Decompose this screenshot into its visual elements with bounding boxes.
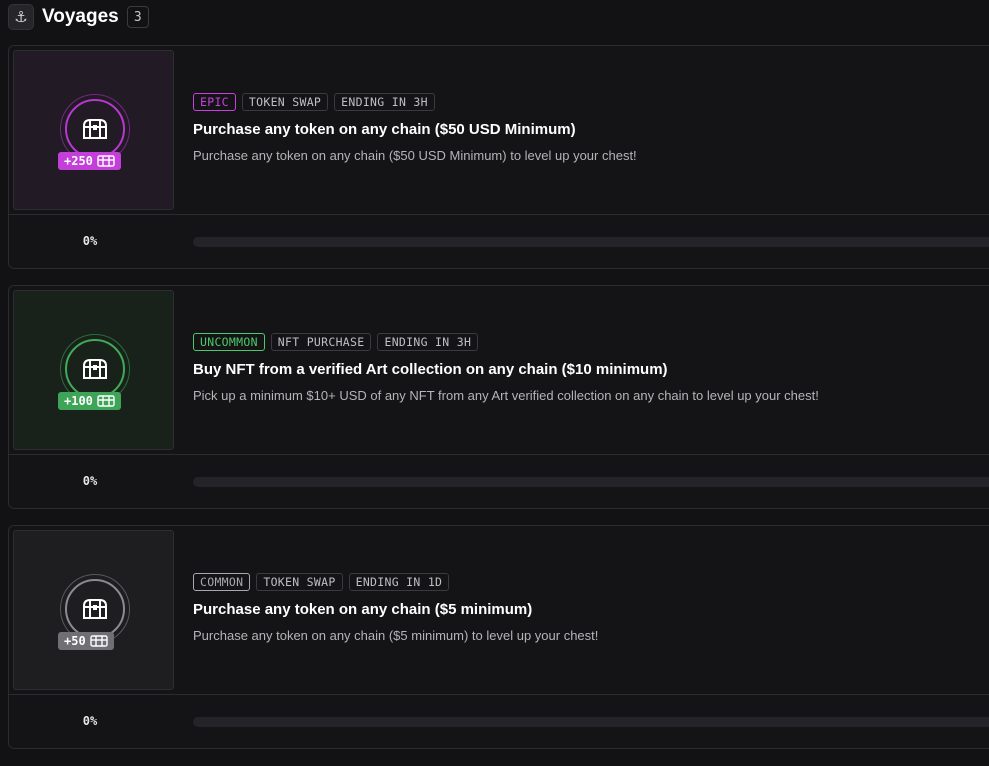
type-badge: NFT PURCHASE <box>270 333 372 351</box>
reward-amount: +50 <box>64 634 86 648</box>
reward-amount: +100 <box>64 394 93 408</box>
voyages-header: ⚓ Voyages 3 <box>8 4 149 30</box>
reward-pill: +50 <box>58 632 114 650</box>
rarity-badge: UNCOMMON <box>193 333 265 351</box>
treasure-chest-icon <box>83 359 107 379</box>
treasure-chest-icon <box>83 119 107 139</box>
progress-percent: 0% <box>82 474 98 488</box>
ending-badge: ENDING IN 3H <box>334 93 435 111</box>
rarity-badge: COMMON <box>193 573 251 591</box>
chest-thumbnail: +100 <box>13 290 174 450</box>
voyage-title: Purchase any token on any chain ($50 USD… <box>193 121 576 138</box>
chest-small-icon <box>89 635 108 647</box>
progress-percent: 0% <box>82 714 98 728</box>
chest-thumbnail: +250 <box>13 50 174 210</box>
progress-percent: 0% <box>82 234 98 248</box>
treasure-chest-icon <box>83 599 107 619</box>
voyage-card[interactable]: +250 EPIC TOKEN SWAP ENDING IN 3H Purcha… <box>8 45 989 269</box>
chest-thumbnail: +50 <box>13 530 174 690</box>
ending-badge: ENDING IN 1D <box>348 573 450 591</box>
voyage-description: Purchase any token on any chain ($50 USD… <box>193 148 637 163</box>
progress-bar <box>193 717 989 727</box>
chest-small-icon <box>97 395 115 407</box>
voyage-card[interactable]: +100 UNCOMMON NFT PURCHASE ENDING IN 3H … <box>8 285 989 509</box>
chest-small-icon <box>97 155 115 167</box>
ending-badge: ENDING IN 3H <box>377 333 479 351</box>
page-title: Voyages <box>42 6 119 27</box>
rarity-badge: EPIC <box>193 93 236 111</box>
reward-pill: +100 <box>58 392 121 410</box>
reward-pill: +250 <box>58 152 121 170</box>
voyage-count-badge: 3 <box>126 6 149 28</box>
reward-amount: +250 <box>64 154 93 168</box>
type-badge: TOKEN SWAP <box>256 573 343 591</box>
progress-bar <box>193 237 989 247</box>
voyage-description: Purchase any token on any chain ($5 mini… <box>193 628 599 643</box>
voyage-card[interactable]: +50 COMMON TOKEN SWAP ENDING IN 1D Purch… <box>8 525 989 749</box>
voyage-description: Pick up a minimum $10+ USD of any NFT fr… <box>193 388 819 403</box>
voyage-title: Purchase any token on any chain ($5 mini… <box>193 601 533 618</box>
voyage-title: Buy NFT from a verified Art collection o… <box>193 361 668 378</box>
progress-bar <box>193 477 989 487</box>
type-badge: TOKEN SWAP <box>241 93 329 111</box>
anchor-icon: ⚓ <box>8 4 34 30</box>
